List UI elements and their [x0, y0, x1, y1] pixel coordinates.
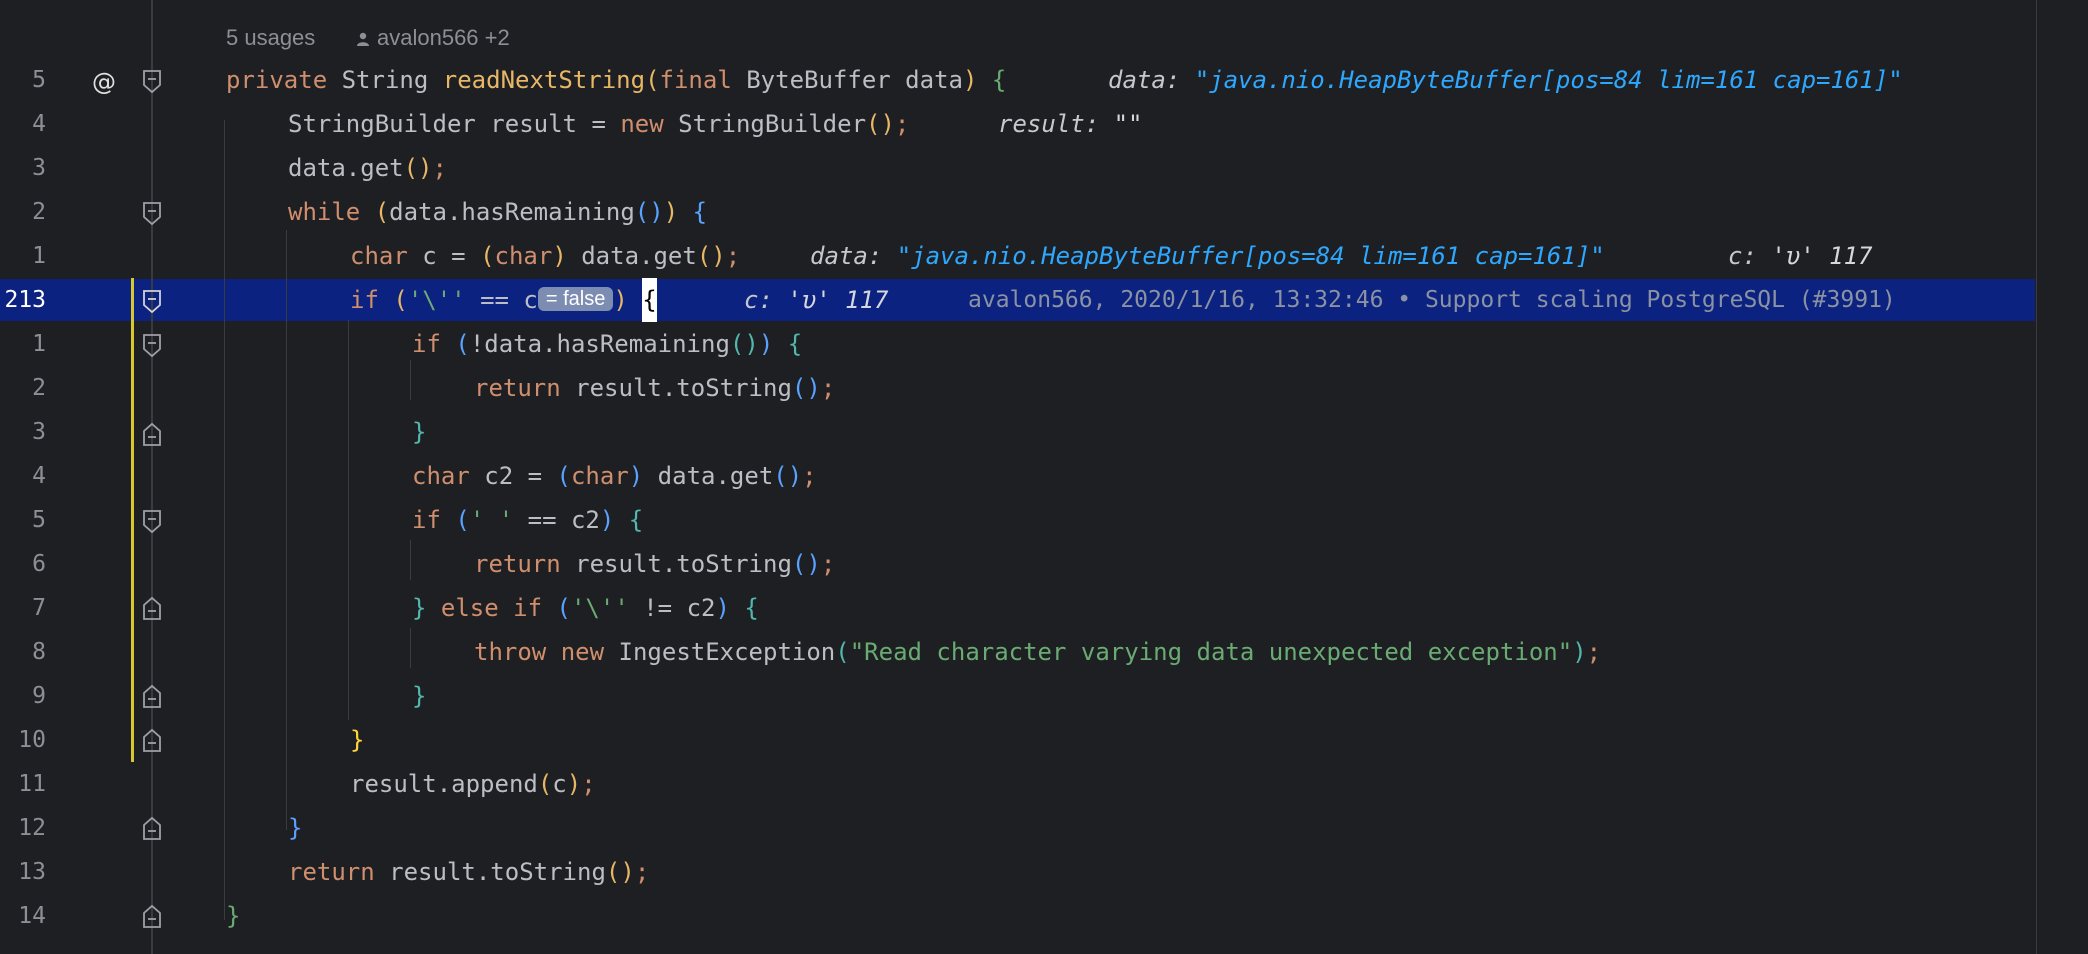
- fold-close-icon[interactable]: [142, 816, 162, 840]
- fold-open-icon[interactable]: [142, 202, 162, 226]
- indent-guide: [348, 320, 349, 720]
- vcs-modified-marker[interactable]: [131, 278, 134, 762]
- line-number[interactable]: 9: [0, 674, 46, 718]
- code-line[interactable]: throw new IngestException("Read characte…: [474, 630, 1601, 674]
- line-number[interactable]: 10: [0, 718, 46, 762]
- code-line[interactable]: result.append(c);: [350, 762, 596, 806]
- code-line[interactable]: }: [226, 894, 240, 938]
- indent-guide: [286, 230, 287, 830]
- git-blame-annotation[interactable]: avalon566, 2020/1/16, 13:32:46 • Support…: [968, 278, 1896, 322]
- code-line[interactable]: private String readNextString(final Byte…: [226, 58, 1006, 102]
- fold-close-icon[interactable]: [142, 728, 162, 752]
- author-info[interactable]: avalon566 +2: [355, 16, 510, 60]
- line-number[interactable]: 5: [0, 58, 46, 102]
- fold-open-icon[interactable]: [142, 510, 162, 534]
- fold-close-icon[interactable]: [142, 684, 162, 708]
- code-line[interactable]: while (data.hasRemaining()) {: [288, 190, 707, 234]
- line-number[interactable]: 3: [0, 410, 46, 454]
- line-number[interactable]: 6: [0, 542, 46, 586]
- code-line[interactable]: return result.toString();: [288, 850, 649, 894]
- indent-guide: [224, 120, 225, 920]
- right-margin-line: [2036, 0, 2037, 954]
- line-number[interactable]: 13: [0, 850, 46, 894]
- line-number[interactable]: 8: [0, 630, 46, 674]
- line-number[interactable]: 1: [0, 322, 46, 366]
- code-line[interactable]: }: [412, 410, 426, 454]
- author-name: avalon566 +2: [377, 25, 510, 50]
- code-line[interactable]: char c = (char) data.get();: [350, 234, 740, 278]
- line-number[interactable]: 1: [0, 234, 46, 278]
- fold-close-icon[interactable]: [142, 904, 162, 928]
- fold-open-icon[interactable]: [142, 334, 162, 358]
- code-line[interactable]: if (!data.hasRemaining()) {: [412, 322, 802, 366]
- code-line[interactable]: }: [412, 674, 426, 718]
- debug-inline-value[interactable]: c: 'υ' 117: [744, 278, 889, 322]
- code-line[interactable]: return result.toString();: [474, 542, 835, 586]
- code-line[interactable]: char c2 = (char) data.get();: [412, 454, 817, 498]
- person-icon: [357, 32, 369, 46]
- code-editor[interactable]: 5 usages avalon566 +2 5 4 3 2 1 213 1 2 3 4 5 6 7 8 9 1…: [0, 0, 2088, 954]
- fold-open-icon[interactable]: [142, 290, 162, 314]
- code-line[interactable]: }: [288, 806, 302, 850]
- indent-guide: [410, 360, 411, 400]
- code-line[interactable]: data.get();: [288, 146, 447, 190]
- code-line[interactable]: } else if ('\'' != c2) {: [412, 586, 759, 630]
- line-number[interactable]: 2: [0, 366, 46, 410]
- gutter-fold-line: [151, 0, 153, 954]
- debug-inline-value[interactable]: data: "java.nio.HeapByteBuffer[pos=84 li…: [1108, 58, 1903, 102]
- code-line-current[interactable]: if ('\'' == c = false) {: [350, 278, 657, 322]
- debug-inline-value[interactable]: result: "": [998, 102, 1143, 146]
- line-number[interactable]: 5: [0, 498, 46, 542]
- debug-inline-value[interactable]: data: "java.nio.HeapByteBuffer[pos=84 li…: [810, 234, 1605, 278]
- code-line[interactable]: StringBuilder result = new StringBuilder…: [288, 102, 909, 146]
- fold-close-icon[interactable]: [142, 422, 162, 446]
- code-line[interactable]: if (' ' == c2) {: [412, 498, 643, 542]
- line-number[interactable]: 14: [0, 894, 46, 938]
- line-number[interactable]: 12: [0, 806, 46, 850]
- evaluated-value-badge[interactable]: = false: [537, 287, 614, 311]
- line-number[interactable]: 11: [0, 762, 46, 806]
- line-number[interactable]: 213: [0, 278, 46, 322]
- code-line[interactable]: }: [350, 718, 364, 762]
- text-caret: {: [642, 278, 657, 322]
- fold-open-icon[interactable]: [142, 70, 162, 94]
- indent-guide: [410, 628, 411, 668]
- line-number[interactable]: 3: [0, 146, 46, 190]
- line-number[interactable]: 7: [0, 586, 46, 630]
- debug-inline-value[interactable]: c: 'υ' 117: [1728, 234, 1873, 278]
- line-number[interactable]: 4: [0, 454, 46, 498]
- indent-guide: [410, 540, 411, 580]
- fold-close-icon[interactable]: [142, 596, 162, 620]
- method-override-marker[interactable]: @: [92, 60, 116, 104]
- line-number[interactable]: 4: [0, 102, 46, 146]
- code-line[interactable]: return result.toString();: [474, 366, 835, 410]
- usages-link[interactable]: 5 usages: [226, 16, 315, 60]
- line-number[interactable]: 2: [0, 190, 46, 234]
